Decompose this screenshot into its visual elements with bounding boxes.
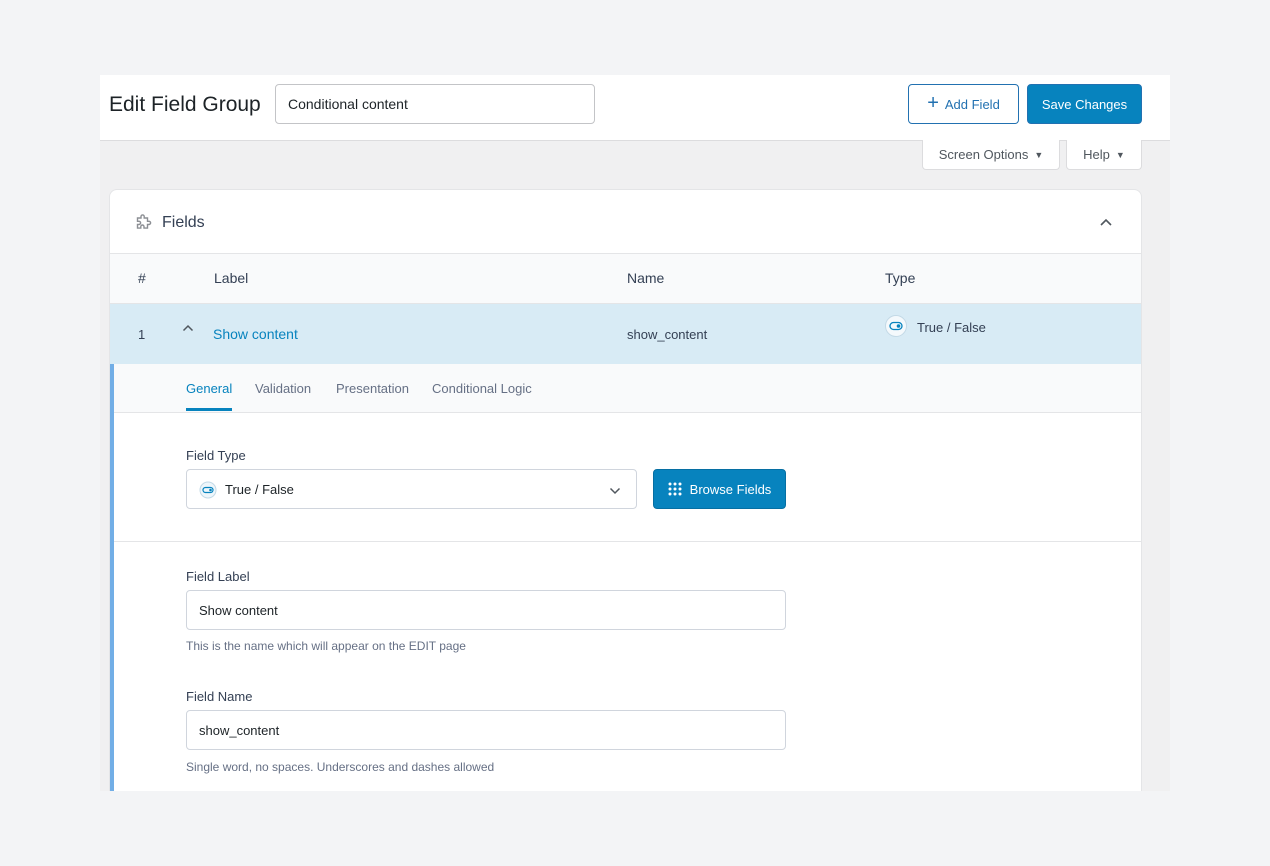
plus-icon: + [927,92,939,114]
page-title: Edit Field Group [109,93,261,116]
table-header: # Label Name Type [110,254,1141,304]
field-label-label: Field Label [186,569,250,584]
group-title-input[interactable] [275,84,595,124]
section-divider [114,541,1141,542]
toggle-icon [885,315,907,337]
row-order: 1 [138,327,146,342]
field-name-label: Field Name [186,689,253,704]
col-name: Name [627,270,665,286]
tab-general[interactable]: General [186,381,233,411]
save-changes-button[interactable]: Save Changes [1027,84,1142,124]
field-label-input[interactable] [186,590,786,630]
help-label: Help [1083,147,1110,162]
toggle-icon [199,481,217,499]
grid-icon [668,482,682,496]
row-name: show_content [627,327,708,342]
field-settings: General Validation Presentation Conditio… [110,364,1141,791]
chevron-up-icon[interactable] [180,320,196,336]
page-header: Edit Field Group + Add Field Save Change… [100,75,1170,141]
row-type: True / False [917,320,986,335]
settings-tabs: General Validation Presentation Conditio… [114,364,1141,413]
screen-options-label: Screen Options [938,147,1029,162]
help-button[interactable]: Help ▼ [1066,140,1142,170]
field-label-hint: This is the name which will appear on th… [186,639,466,653]
fields-panel: Fields # Label Name Type 1 Show content … [109,189,1142,791]
field-type-value: True / False [225,482,294,497]
app-frame: Edit Field Group + Add Field Save Change… [100,75,1170,791]
screen-options-button[interactable]: Screen Options ▼ [922,140,1060,170]
table-row[interactable]: 1 Show content show_content True / False [110,304,1141,364]
tab-conditional-logic[interactable]: Conditional Logic [432,381,532,396]
add-field-label: Add Field [944,96,1000,112]
col-order: # [138,270,146,286]
field-type-label: Field Type [186,448,246,463]
triangle-down-icon: ▼ [1034,149,1044,160]
field-name-input[interactable] [186,710,786,750]
tab-validation[interactable]: Validation [255,381,311,396]
row-label-link[interactable]: Show content [213,326,298,342]
chevron-down-icon [609,487,621,495]
field-name-hint: Single word, no spaces. Underscores and … [186,760,495,774]
triangle-down-icon: ▼ [1115,149,1125,160]
tab-presentation[interactable]: Presentation [336,381,409,396]
col-type: Type [885,270,916,286]
chevron-up-icon[interactable] [1096,212,1116,232]
browse-fields-button[interactable]: Browse Fields [653,469,786,509]
col-label: Label [214,270,249,286]
add-field-button[interactable]: + Add Field [908,84,1019,124]
puzzle-icon [136,214,152,229]
field-type-select[interactable]: True / False [186,469,637,509]
browse-fields-label: Browse Fields [689,481,772,497]
panel-title: Fields [162,214,205,231]
panel-header: Fields [110,190,1141,254]
